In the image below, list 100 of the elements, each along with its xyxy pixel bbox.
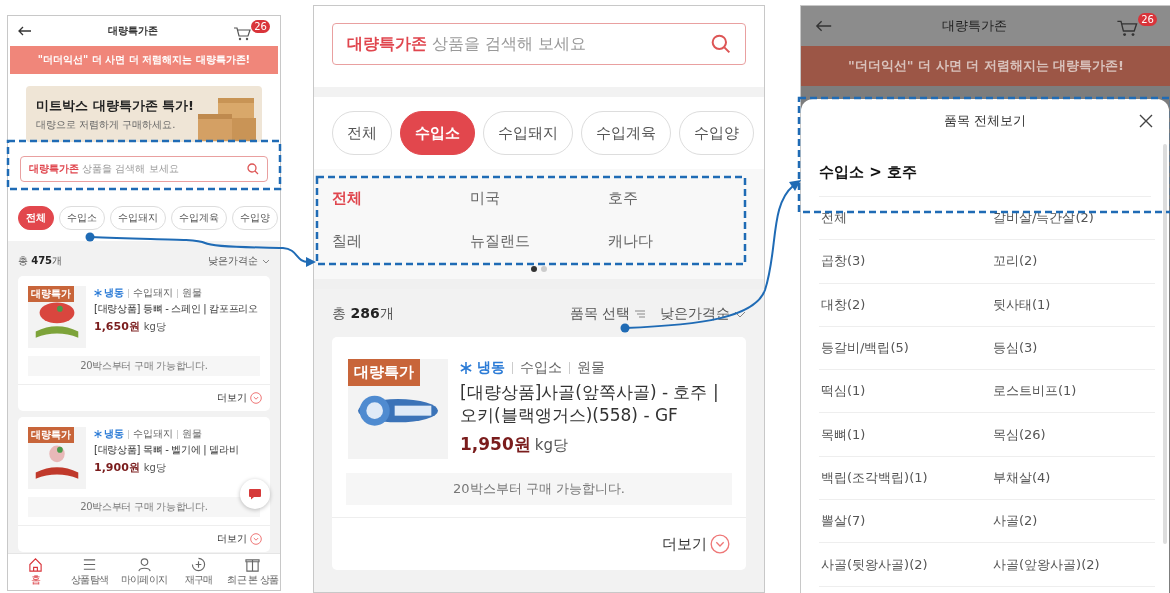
snowflake-icon	[94, 430, 102, 438]
cut-option[interactable]: 등심(3)	[991, 326, 1155, 371]
country-option[interactable]: 칠레	[332, 220, 470, 263]
cut-option[interactable]: 목뼈(1)	[819, 413, 991, 457]
country-option[interactable]: 호주	[608, 177, 746, 220]
storage-label: 냉동	[104, 427, 124, 441]
category-chip[interactable]: 수입양	[232, 206, 278, 230]
promo-banner: "더더익선" 더 사면 더 저렴해지는 대량특가존!	[10, 46, 278, 74]
promo-banner: "더더익선" 더 사면 더 저렴해지는 대량특가존!	[801, 46, 1170, 86]
chevron-down-icon	[262, 258, 270, 264]
category-chip[interactable]: 수입양	[679, 111, 754, 155]
cut-option[interactable]: 등갈비/백립(5)	[819, 326, 991, 371]
snowflake-icon	[94, 289, 102, 297]
more-button[interactable]: 더보기	[662, 518, 730, 570]
category-breadcrumb: 수입소 > 호주	[819, 163, 1151, 197]
nav-tab[interactable]: 마이페이지	[116, 554, 172, 590]
banner-subtitle: 대량으로 저렴하게 구매하세요.	[36, 117, 177, 132]
storage-label: 냉동	[104, 286, 124, 300]
country-option[interactable]: 뉴질랜드	[470, 220, 608, 263]
deal-badge: 대량특가	[348, 359, 420, 386]
box-icon	[245, 557, 261, 572]
cut-option[interactable]: 대창(2)	[819, 283, 991, 327]
product-name: [대량상품] 목뼈 - 벨기에 | 델라비	[94, 443, 239, 457]
cut-option[interactable]: 목심(26)	[991, 413, 1155, 457]
chat-icon	[248, 488, 262, 500]
filter-icon	[634, 309, 646, 319]
cut-option[interactable]: 사골(2)	[991, 500, 1155, 544]
product-card[interactable]: 대량특가 냉동 수입돼지 원물 [대량상품] 등뼈 - 스페인 | 캄포프리오 1,650원 kg당 20박스부터 구매 가능합니다. 더보기	[18, 276, 270, 411]
search-field[interactable]: 대량특가존 상품을 검색해 보세요	[332, 23, 746, 65]
cart-badge: 26	[1138, 13, 1157, 26]
category-label: 수입돼지	[133, 286, 173, 300]
snowflake-icon	[460, 362, 472, 374]
cut-option[interactable]: 전체	[819, 197, 991, 241]
cut-option[interactable]: 사골(앞왕사골)(2)	[991, 543, 1155, 587]
search-icon	[247, 163, 259, 175]
category-chip[interactable]: 수입소	[59, 206, 105, 230]
search-field[interactable]: 대량특가존 상품을 검색해 보세요	[20, 156, 268, 182]
product-card[interactable]: 대량특가 냉동 수입돼지 원물 [대량상품] 목뼈 - 벨기에 | 델라비 1,900원 kg당 20박스부터 구매 가능합니다. 더보기	[18, 417, 270, 552]
cut-option[interactable]: 사골(뒷왕사골)(2)	[819, 543, 991, 587]
close-button[interactable]	[1139, 114, 1153, 128]
back-button[interactable]	[18, 26, 32, 36]
search-placeholder: 대량특가존 상품을 검색해 보세요	[347, 33, 587, 55]
price-unit: kg당	[143, 461, 166, 475]
category-chip[interactable]: 수입소	[400, 111, 475, 155]
total-count: 총 475개	[18, 254, 63, 268]
cut-option[interactable]: 꼬리(2)	[991, 240, 1155, 284]
person-icon	[136, 557, 152, 572]
category-chip[interactable]: 수입돼지	[483, 111, 573, 155]
category-chip[interactable]: 전체	[18, 206, 54, 230]
cut-option[interactable]: 곱창(3)	[819, 240, 991, 284]
product-name: [대량상품]사골(앞쪽사골) - 호주 | 오키(블랙앵거스)(558) - GF	[460, 381, 720, 427]
cut-option[interactable]: 뒷사태(1)	[991, 283, 1155, 327]
product-name: [대량상품] 등뼈 - 스페인 | 캄포프리오	[94, 302, 258, 316]
product-price: 1,900원	[94, 460, 140, 475]
more-button[interactable]: 더보기	[217, 526, 262, 552]
category-chip[interactable]: 수입계육	[581, 111, 671, 155]
cut-option[interactable]: 백립(조각백립)(1)	[819, 456, 991, 501]
search-icon	[711, 34, 731, 54]
nav-tab[interactable]: 홈	[8, 554, 63, 590]
sheet-title: 품목 전체보기	[943, 112, 1027, 130]
product-price: 1,950원	[460, 432, 531, 456]
sort-dropdown[interactable]: 낮은가격순	[208, 254, 270, 268]
product-card[interactable]: 대량특가 냉동 수입소 원물 [대량상품]사골(앞쪽사골) - 호주 | 오키(블랙앵거스)(558) - GF 1,950원 kg당 20박스부터 구매 가능합니다. 더보기	[332, 337, 746, 570]
country-option[interactable]: 전체	[332, 177, 470, 220]
filter-button[interactable]: 품목 선택	[569, 305, 646, 323]
category-label: 수입돼지	[133, 427, 173, 441]
product-price: 1,650원	[94, 319, 140, 334]
deal-badge: 대량특가	[28, 286, 74, 302]
type-label: 원물	[182, 427, 202, 441]
price-unit: kg당	[143, 320, 166, 334]
deal-badge: 대량특가	[28, 427, 74, 443]
cut-option[interactable]: 떡심(1)	[819, 370, 991, 414]
purchase-notice: 20박스부터 구매 가능합니다.	[28, 356, 260, 376]
type-label: 원물	[182, 286, 202, 300]
cut-option[interactable]: 갈비살/늑간살(2)	[991, 197, 1155, 241]
screen-title: 대량특가존	[107, 24, 158, 38]
category-chip[interactable]: 전체	[332, 111, 392, 155]
purchase-notice: 20박스부터 구매 가능합니다.	[346, 473, 732, 505]
nav-tab[interactable]: 재구매	[171, 554, 226, 590]
category-chip[interactable]: 수입계육	[171, 206, 227, 230]
banner-title: 미트박스 대량특가존 특가!	[36, 96, 194, 115]
country-option[interactable]: 미국	[470, 177, 608, 220]
chevron-circle-icon	[250, 533, 262, 545]
chevron-down-icon	[734, 310, 746, 318]
nav-tab[interactable]: 최근 본 상품	[225, 554, 280, 590]
nav-tab[interactable]: 상품탐색	[62, 554, 117, 590]
chevron-circle-icon	[250, 392, 262, 404]
cut-option[interactable]: 로스트비프(1)	[991, 370, 1155, 414]
total-count: 총 286개	[332, 305, 394, 323]
category-chip[interactable]: 수입돼지	[110, 206, 166, 230]
type-label: 원물	[577, 359, 605, 377]
purchase-notice: 20박스부터 구매 가능합니다.	[28, 497, 260, 517]
cut-option[interactable]: 부채살(4)	[991, 456, 1155, 501]
cut-option[interactable]: 뽈살(7)	[819, 500, 991, 544]
more-button[interactable]: 더보기	[217, 385, 262, 411]
chevron-circle-icon	[710, 534, 730, 554]
cart-badge: 26	[251, 19, 270, 33]
country-option[interactable]: 캐나다	[608, 220, 746, 263]
sort-dropdown[interactable]: 낮은가격순	[660, 305, 746, 323]
screen-title: 대량특가존	[942, 17, 1008, 35]
